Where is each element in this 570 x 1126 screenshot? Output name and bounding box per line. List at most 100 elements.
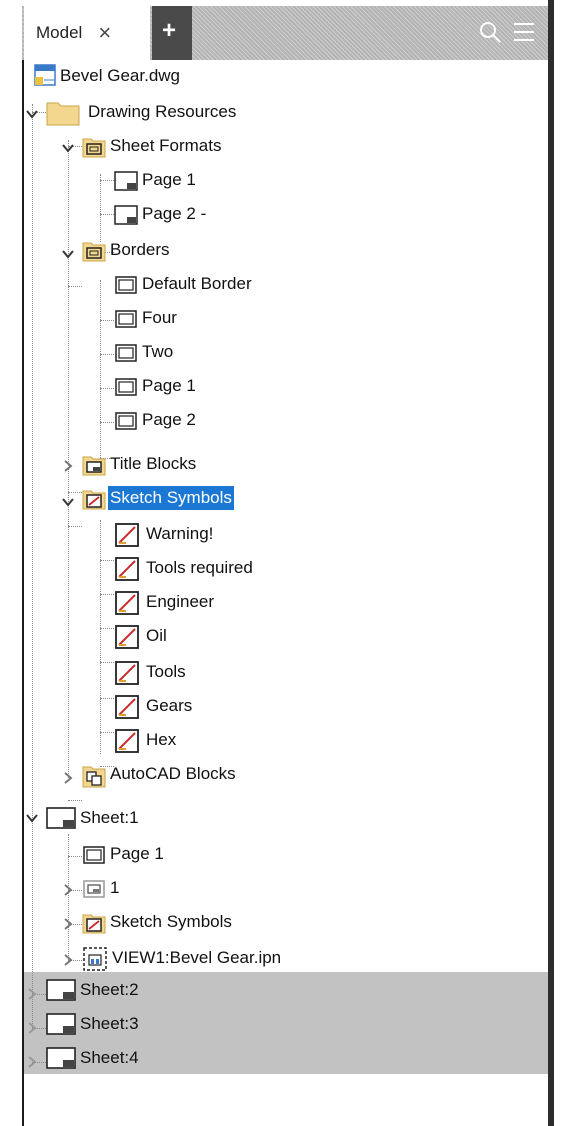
tree-item-title-blocks[interactable]: Title Blocks bbox=[108, 452, 198, 476]
sketch-symbol-icon bbox=[115, 625, 139, 649]
sheet-icon bbox=[46, 807, 76, 829]
chevron-right-icon[interactable] bbox=[60, 882, 76, 898]
chevron-down-icon[interactable] bbox=[60, 494, 76, 510]
tree-line bbox=[100, 354, 114, 355]
tree-line bbox=[100, 594, 114, 595]
tree-line bbox=[100, 180, 114, 181]
tree-item-sketch-symbol[interactable]: Tools bbox=[144, 660, 188, 684]
folder-autocad-blocks-icon bbox=[82, 766, 106, 788]
tree-item-sketch-symbol[interactable]: Engineer bbox=[144, 590, 216, 614]
sketch-symbol-icon bbox=[115, 695, 139, 719]
tree-item-sketch-symbols[interactable]: Sketch Symbols bbox=[108, 486, 234, 510]
tree-item-border[interactable]: Page 1 bbox=[140, 374, 198, 398]
border-icon bbox=[83, 846, 105, 864]
tree-line bbox=[100, 174, 101, 242]
tab-model[interactable]: Model × bbox=[24, 6, 150, 60]
tree-line bbox=[100, 280, 101, 458]
tree-item-sheet-format[interactable]: Page 1 bbox=[140, 168, 198, 192]
tree-item-sheet[interactable]: Sheet:3 bbox=[78, 1012, 141, 1036]
chevron-down-icon[interactable] bbox=[60, 140, 76, 156]
chevron-right-icon[interactable] bbox=[24, 1054, 40, 1070]
sheet-icon bbox=[46, 979, 76, 1001]
tree-line bbox=[100, 520, 101, 754]
tree-item-sheet-title-block[interactable]: 1 bbox=[108, 876, 121, 900]
sheet-icon bbox=[114, 171, 138, 191]
left-margin bbox=[0, 0, 22, 1126]
sketch-symbol-icon bbox=[115, 591, 139, 615]
chevron-right-icon[interactable] bbox=[24, 986, 40, 1002]
folder-border-icon bbox=[82, 138, 106, 158]
tree-item-root[interactable]: Bevel Gear.dwg bbox=[58, 64, 182, 88]
tree-line bbox=[100, 732, 114, 733]
sketch-symbol-icon bbox=[115, 557, 139, 581]
tree-item-sheet[interactable]: Sheet:2 bbox=[78, 978, 141, 1002]
tree-item-sheet-1[interactable]: Sheet:1 bbox=[78, 806, 141, 830]
chevron-down-icon[interactable] bbox=[24, 106, 40, 122]
border-icon bbox=[115, 310, 137, 328]
tree-item-border[interactable]: Default Border bbox=[140, 272, 254, 296]
sketch-symbol-icon bbox=[115, 729, 139, 753]
tree-item-sketch-symbol[interactable]: Tools required bbox=[144, 556, 255, 580]
tree-item-border[interactable]: Four bbox=[140, 306, 179, 330]
folder-sketch-symbol-icon bbox=[82, 914, 106, 934]
tree-item-sketch-symbol[interactable]: Warning! bbox=[144, 522, 215, 546]
tree-item-autocad-blocks[interactable]: AutoCAD Blocks bbox=[108, 762, 238, 786]
border-icon bbox=[115, 276, 137, 294]
tree-item-sheet-border[interactable]: Page 1 bbox=[108, 842, 166, 866]
chevron-right-icon[interactable] bbox=[60, 952, 76, 968]
folder-title-block-icon bbox=[82, 456, 106, 476]
tree-line bbox=[68, 856, 82, 857]
border-icon bbox=[115, 344, 137, 362]
scrollbar[interactable] bbox=[548, 0, 554, 1126]
tree-item-sheet-format[interactable]: Page 2 - bbox=[140, 202, 208, 226]
tree-line bbox=[68, 286, 82, 287]
folder-border-icon bbox=[82, 242, 106, 262]
tree-item-sketch-symbol[interactable]: Hex bbox=[144, 728, 178, 752]
sketch-symbol-icon bbox=[115, 523, 139, 547]
tree-item-drawing-view[interactable]: VIEW1:Bevel Gear.ipn bbox=[110, 946, 283, 970]
tree-item-borders[interactable]: Borders bbox=[108, 238, 172, 262]
tree-line bbox=[100, 388, 114, 389]
tree-line bbox=[100, 422, 114, 423]
drawing-file-icon bbox=[34, 64, 56, 86]
tree-item-sheet[interactable]: Sheet:4 bbox=[78, 1046, 141, 1070]
plus-icon: + bbox=[162, 17, 177, 44]
sheet-icon bbox=[46, 1047, 76, 1069]
tree-line bbox=[100, 628, 114, 629]
add-tab-button[interactable]: + bbox=[152, 6, 192, 60]
drawing-view-icon bbox=[83, 947, 107, 971]
model-tree: Bevel Gear.dwg Drawing Resources Sheet F… bbox=[24, 60, 548, 1126]
folder-sketch-symbol-icon bbox=[82, 490, 106, 510]
chevron-right-icon[interactable] bbox=[60, 458, 76, 474]
tree-item-border[interactable]: Two bbox=[140, 340, 175, 364]
chevron-right-icon[interactable] bbox=[60, 916, 76, 932]
tree-item-sketch-symbol[interactable]: Oil bbox=[144, 624, 169, 648]
tree-item-sketch-symbol[interactable]: Gears bbox=[144, 694, 194, 718]
tree-line bbox=[100, 214, 114, 215]
border-icon bbox=[115, 412, 137, 430]
chevron-down-icon[interactable] bbox=[60, 246, 76, 262]
tree-line bbox=[68, 492, 82, 493]
tree-item-sheet-sketch-symbols[interactable]: Sketch Symbols bbox=[108, 910, 234, 934]
sheet-icon bbox=[114, 205, 138, 225]
border-icon bbox=[115, 378, 137, 396]
model-browser-panel: Model × + Bevel Gear.dwg Drawing Resourc… bbox=[0, 0, 570, 1126]
chevron-down-icon[interactable] bbox=[24, 810, 40, 826]
menu-icon[interactable] bbox=[512, 21, 536, 43]
tree-line bbox=[68, 526, 82, 527]
chevron-right-icon[interactable] bbox=[24, 1020, 40, 1036]
tree-line bbox=[32, 104, 33, 1030]
tree-line bbox=[100, 560, 114, 561]
tree-item-sheet-formats[interactable]: Sheet Formats bbox=[108, 134, 224, 158]
tree-item-border[interactable]: Page 2 bbox=[140, 408, 198, 432]
close-icon[interactable]: × bbox=[98, 22, 111, 44]
tree-line bbox=[100, 662, 114, 663]
tree-line bbox=[68, 800, 82, 801]
tree-item-drawing-resources[interactable]: Drawing Resources bbox=[86, 100, 238, 124]
folder-icon bbox=[46, 102, 80, 126]
sketch-symbol-icon bbox=[115, 661, 139, 685]
search-icon[interactable] bbox=[478, 20, 502, 44]
chevron-right-icon[interactable] bbox=[60, 770, 76, 786]
title-block-icon bbox=[83, 880, 105, 898]
tree-line bbox=[100, 698, 114, 699]
